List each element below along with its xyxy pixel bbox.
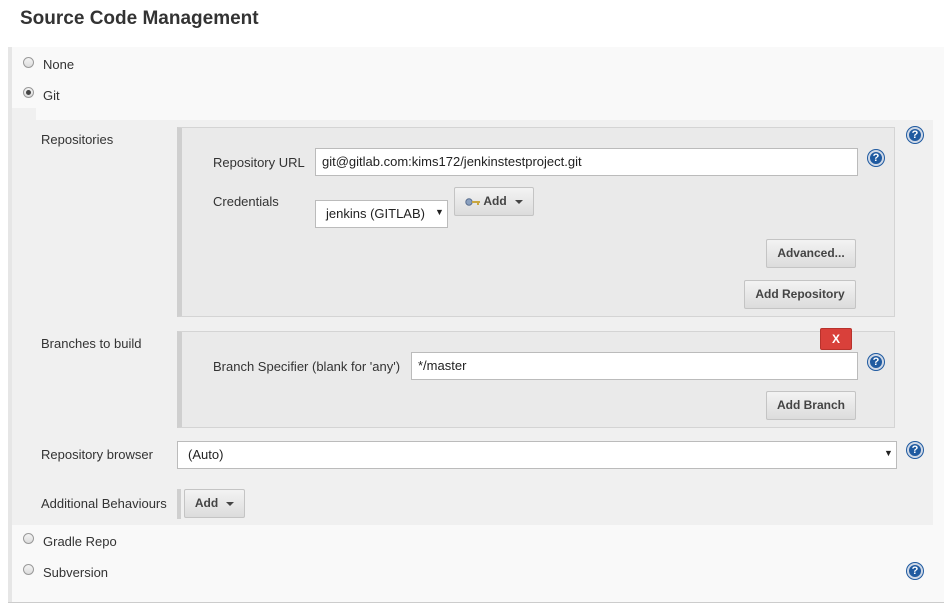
help-icon[interactable]: ? [868, 150, 884, 166]
additional-behaviours-label: Additional Behaviours [41, 496, 167, 511]
key-icon [465, 198, 481, 206]
radio-none-label[interactable]: None [43, 57, 74, 72]
repositories-label: Repositories [41, 132, 114, 147]
chevron-down-icon: ▼ [435, 207, 444, 217]
radio-subversion-label[interactable]: Subversion [43, 565, 108, 580]
chevron-down-icon [226, 501, 235, 506]
add-credentials-label: Add [483, 194, 507, 208]
branch-specifier-input[interactable]: */master [411, 352, 858, 380]
credentials-select[interactable]: jenkins (GITLAB) [315, 200, 448, 228]
radio-none[interactable] [23, 57, 34, 68]
add-repository-button[interactable]: Add Repository [744, 280, 856, 309]
repository-browser-label: Repository browser [41, 447, 153, 462]
delete-branch-button[interactable]: X [820, 328, 852, 350]
advanced-button[interactable]: Advanced... [766, 239, 856, 268]
credentials-value: jenkins (GITLAB) [326, 206, 425, 221]
repository-browser-select[interactable]: (Auto) [177, 441, 897, 469]
add-branch-button[interactable]: Add Branch [766, 391, 856, 420]
help-icon[interactable]: ? [907, 563, 923, 579]
behaviours-bar [177, 489, 181, 519]
chevron-down-icon: ▼ [884, 448, 893, 458]
add-behaviour-label: Add [194, 496, 219, 510]
help-icon[interactable]: ? [868, 354, 884, 370]
help-icon[interactable]: ? [907, 442, 923, 458]
help-icon[interactable]: ? [907, 127, 923, 143]
divider [8, 602, 944, 603]
repository-url-input[interactable]: git@gitlab.com:kims172/jenkinstestprojec… [315, 148, 858, 176]
chevron-down-icon [514, 199, 523, 204]
radio-git[interactable] [23, 87, 34, 98]
radio-git-label[interactable]: Git [43, 88, 60, 103]
radio-subversion[interactable] [23, 564, 34, 575]
repository-url-label: Repository URL [213, 155, 305, 170]
add-behaviour-button[interactable]: Add [184, 489, 245, 518]
repository-browser-value: (Auto) [188, 447, 224, 462]
section-title: Source Code Management [20, 8, 259, 29]
radio-gradle-label[interactable]: Gradle Repo [43, 534, 117, 549]
branches-label: Branches to build [41, 336, 142, 351]
credentials-label: Credentials [213, 194, 279, 209]
add-credentials-button[interactable]: Add [454, 187, 534, 216]
branch-specifier-label: Branch Specifier (blank for 'any') [213, 359, 401, 374]
radio-gradle[interactable] [23, 533, 34, 544]
